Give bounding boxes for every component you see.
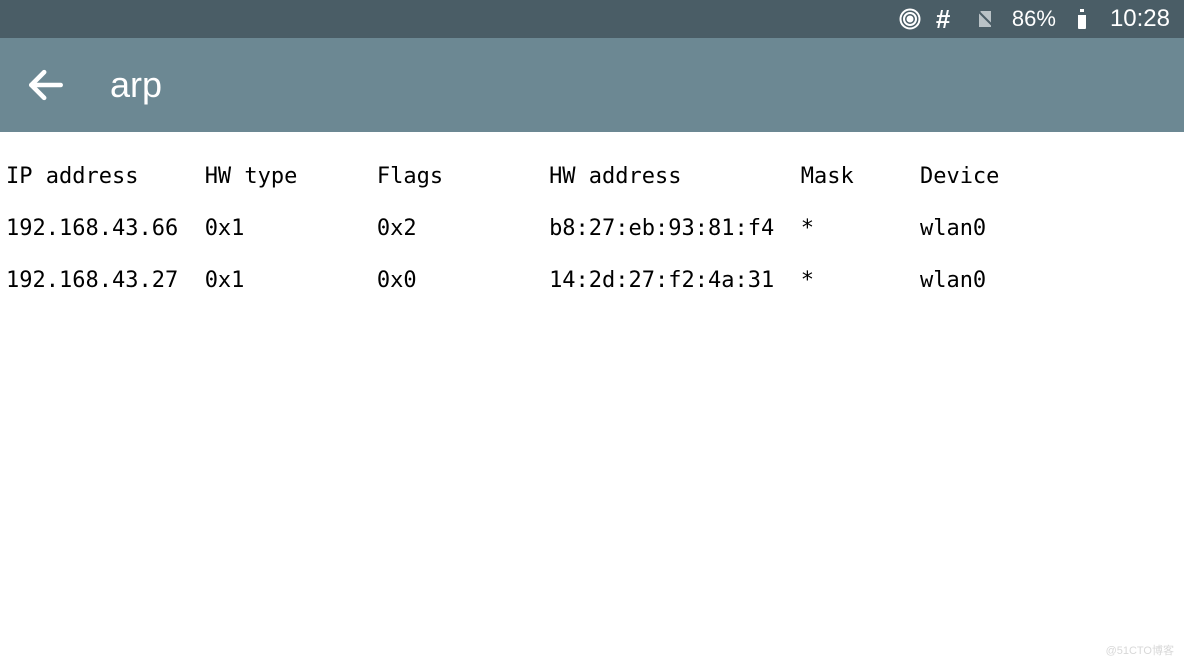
hash-icon: # [936, 7, 960, 31]
col-ip-header: IP address [6, 164, 205, 189]
cell-hwaddr: b8:27:eb:93:81:f4 [549, 216, 801, 241]
cell-flags: 0x2 [377, 216, 549, 241]
cell-mask: * [801, 268, 920, 293]
cell-ip: 192.168.43.27 [6, 268, 205, 293]
cell-hwtype: 0x1 [205, 216, 377, 241]
arp-row: 192.168.43.27 0x1 0x0 14:2d:27:f2:4a:31 … [6, 268, 1178, 294]
arp-output: IP address HW type Flags HW address Mask… [0, 132, 1184, 320]
cell-device: wlan0 [920, 268, 986, 293]
app-title: arp [110, 64, 162, 106]
app-bar: arp [0, 38, 1184, 132]
cell-device: wlan0 [920, 216, 986, 241]
col-mask-header: Mask [801, 164, 920, 189]
col-hwaddr-header: HW address [549, 164, 801, 189]
battery-icon [1070, 7, 1094, 31]
no-sim-icon [974, 7, 998, 31]
cell-hwtype: 0x1 [205, 268, 377, 293]
cell-mask: * [801, 216, 920, 241]
battery-percent: 86% [1012, 6, 1056, 32]
back-button[interactable] [24, 63, 68, 107]
watermark: @51CTO博客 [1106, 642, 1174, 658]
cell-ip: 192.168.43.66 [6, 216, 205, 241]
col-flags-header: Flags [377, 164, 549, 189]
col-device-header: Device [920, 164, 999, 189]
hotspot-icon [898, 7, 922, 31]
col-hwtype-header: HW type [205, 164, 377, 189]
arp-header-row: IP address HW type Flags HW address Mask… [6, 164, 1178, 190]
status-bar: # 86% 10:28 [0, 0, 1184, 38]
arp-row: 192.168.43.66 0x1 0x2 b8:27:eb:93:81:f4 … [6, 216, 1178, 242]
cell-flags: 0x0 [377, 268, 549, 293]
status-clock: 10:28 [1110, 5, 1170, 33]
cell-hwaddr: 14:2d:27:f2:4a:31 [549, 268, 801, 293]
